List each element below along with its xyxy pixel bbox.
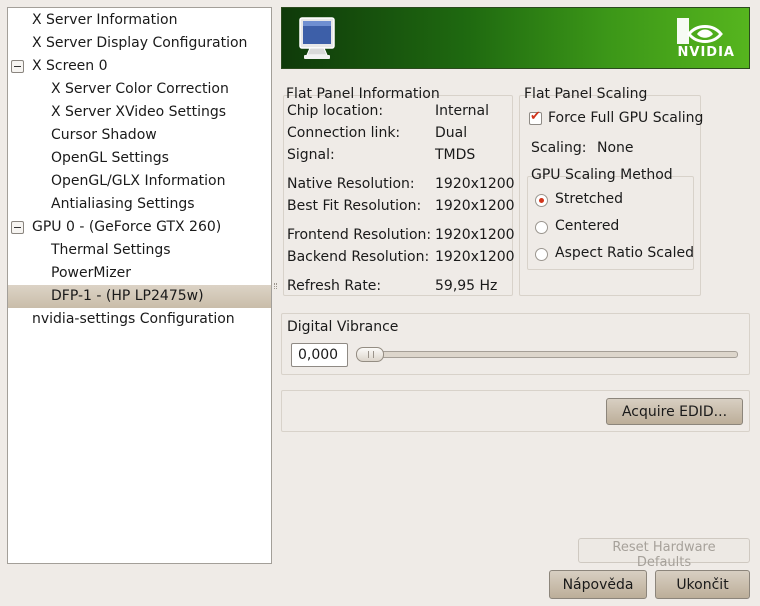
best-fit-resolution-value: 1920x1200 [435,198,515,214]
force-full-gpu-scaling-label[interactable]: Force Full GPU Scaling [548,110,703,126]
tree-item-label: GPU 0 - (GeForce GTX 260) [32,219,222,235]
tree-item-label: OpenGL/GLX Information [51,173,226,189]
tree-item-nvidia-settings-configuration[interactable]: nvidia-settings Configuration [8,308,271,331]
native-resolution-label: Native Resolution: [287,176,415,192]
tree-item-label: DFP-1 - (HP LP2475w) [51,288,204,304]
tree-item-opengl-settings[interactable]: OpenGL Settings [8,147,271,170]
page-banner: NVIDIA [281,7,750,69]
frontend-resolution-label: Frontend Resolution: [287,227,432,243]
tree-item-dfp-1[interactable]: DFP-1 - (HP LP2475w) [8,285,271,308]
scaling-label: Scaling: [531,140,587,156]
collapse-icon[interactable] [11,60,24,73]
aspect-ratio-scaled-label[interactable]: Aspect Ratio Scaled [555,245,694,261]
tree-item-label: X Server Display Configuration [32,35,248,51]
best-fit-resolution-label: Best Fit Resolution: [287,198,422,214]
tree-item-label: X Screen 0 [32,58,108,74]
tree-item-antialiasing-settings[interactable]: Antialiasing Settings [8,193,271,216]
stretched-radio[interactable] [535,194,548,207]
tree-item-x-server-display-configuration[interactable]: X Server Display Configuration [8,32,271,55]
flat-panel-scaling-title: Flat Panel Scaling [524,86,648,102]
refresh-rate-value: 59,95 Hz [435,278,498,294]
signal-value: TMDS [435,147,476,163]
tree-item-label: X Server Color Correction [51,81,229,97]
centered-radio[interactable] [535,221,548,234]
signal-label: Signal: [287,147,335,163]
connection-link-label: Connection link: [287,125,401,141]
aspect-ratio-scaled-radio[interactable] [535,248,548,261]
centered-label[interactable]: Centered [555,218,619,234]
tree-item-gpu-0[interactable]: GPU 0 - (GeForce GTX 260) [8,216,271,239]
tree-item-label: Cursor Shadow [51,127,157,143]
digital-vibrance-input[interactable] [291,343,348,367]
connection-link-value: Dual [435,125,468,141]
tree-item-label: PowerMizer [51,265,132,281]
digital-vibrance-title: Digital Vibrance [287,319,399,335]
chip-location-label: Chip location: [287,103,384,119]
flat-panel-info-title: Flat Panel Information [286,86,440,102]
tree-item-label: X Server Information [32,12,178,28]
scaling-value: None [597,140,634,156]
backend-resolution-label: Backend Resolution: [287,249,430,265]
force-full-gpu-scaling-checkbox[interactable] [529,109,542,125]
acquire-edid-button[interactable]: Acquire EDID... [606,398,743,425]
tree-item-powermizer[interactable]: PowerMizer [8,262,271,285]
digital-vibrance-slider[interactable] [356,351,738,358]
collapse-icon[interactable] [11,221,24,234]
backend-resolution-value: 1920x1200 [435,249,515,265]
quit-button[interactable]: Ukončit [655,570,750,599]
reset-hardware-defaults-button[interactable]: Reset Hardware Defaults [578,538,750,570]
tree-item-label: Thermal Settings [51,242,171,258]
monitor-icon [299,17,335,59]
nvidia-logo-text: NVIDIA [677,45,735,60]
gpu-scaling-method-title: GPU Scaling Method [531,167,673,183]
native-resolution-value: 1920x1200 [435,176,515,192]
tree-item-label: Antialiasing Settings [51,196,195,212]
tree-item-x-screen-0[interactable]: X Screen 0 [8,55,271,78]
tree-item-opengl-glx-information[interactable]: OpenGL/GLX Information [8,170,271,193]
refresh-rate-label: Refresh Rate: [287,278,382,294]
digital-vibrance-slider-handle[interactable] [356,347,384,362]
tree-item-thermal-settings[interactable]: Thermal Settings [8,239,271,262]
navigation-tree[interactable]: X Server Information X Server Display Co… [7,7,272,564]
tree-item-cursor-shadow[interactable]: Cursor Shadow [8,124,271,147]
frontend-resolution-value: 1920x1200 [435,227,515,243]
tree-item-x-server-color-correction[interactable]: X Server Color Correction [8,78,271,101]
chip-location-value: Internal [435,103,489,119]
stretched-label[interactable]: Stretched [555,191,623,207]
pane-resize-handle[interactable] [274,283,277,289]
help-button[interactable]: Nápověda [549,570,647,599]
tree-item-label: OpenGL Settings [51,150,169,166]
tree-item-x-server-information[interactable]: X Server Information [8,9,271,32]
tree-item-x-server-xvideo-settings[interactable]: X Server XVideo Settings [8,101,271,124]
tree-item-label: X Server XVideo Settings [51,104,227,120]
tree-item-label: nvidia-settings Configuration [32,311,235,327]
